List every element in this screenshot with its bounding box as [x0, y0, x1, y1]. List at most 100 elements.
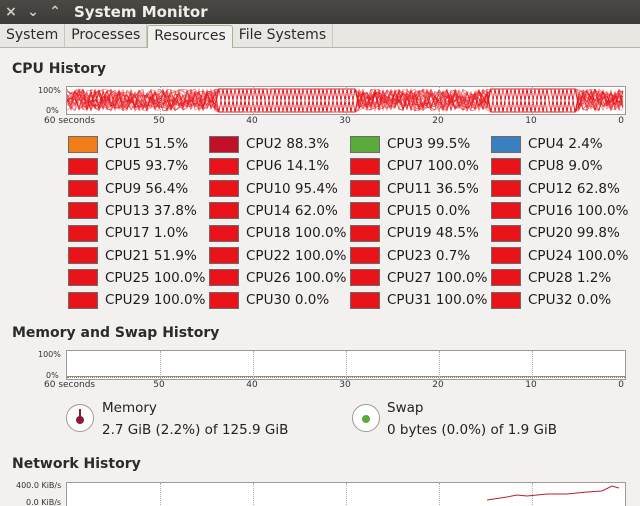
- cpu-color-swatch[interactable]: [350, 135, 380, 153]
- cpu-y-bottom-label: 0%: [46, 106, 59, 115]
- cpu-usage-label: CPU3 99.5%: [387, 136, 471, 152]
- cpu-color-swatch[interactable]: [68, 291, 98, 309]
- cpu-usage-label: CPU30 0.0%: [246, 292, 330, 309]
- cpu-color-swatch[interactable]: [209, 247, 239, 264]
- cpu-usage-label: CPU10 95.4%: [246, 180, 338, 197]
- cpu-x-label: 20: [432, 116, 444, 126]
- cpu-color-swatch[interactable]: [68, 180, 98, 198]
- cpu-usage-label: CPU9 56.4%: [105, 180, 189, 197]
- cpu-color-swatch[interactable]: [350, 180, 380, 198]
- cpu-legend-item: CPU25 100.0%: [68, 269, 205, 287]
- cpu-color-swatch[interactable]: [491, 157, 521, 175]
- cpu-usage-label: CPU20 99.8%: [528, 225, 620, 242]
- memory-x-label: 20: [432, 380, 444, 390]
- cpu-color-swatch[interactable]: [68, 202, 98, 220]
- cpu-color-swatch[interactable]: [491, 269, 521, 287]
- cpu-color-swatch[interactable]: [68, 269, 98, 287]
- cpu-color-swatch[interactable]: [491, 291, 521, 309]
- cpu-color-swatch[interactable]: [68, 247, 98, 264]
- network-gridline: [439, 483, 440, 506]
- cpu-legend-item: CPU1 51.5%: [68, 135, 188, 153]
- memory-gridline: [439, 351, 440, 379]
- tab-resources[interactable]: Resources: [147, 25, 233, 48]
- cpu-legend-item: CPU10 95.4%: [209, 180, 338, 198]
- memory-gridline: [160, 351, 161, 379]
- cpu-legend-item: CPU5 93.7%: [68, 157, 188, 175]
- cpu-legend-item: CPU28 1.2%: [491, 269, 611, 287]
- memory-x-label: 40: [246, 380, 258, 390]
- cpu-usage-label: CPU29 100.0%: [105, 292, 206, 309]
- window-menu-icon[interactable]: ⌄: [22, 1, 44, 23]
- cpu-color-swatch[interactable]: [491, 224, 521, 242]
- cpu-usage-label: CPU16 100.0%: [528, 202, 629, 219]
- cpu-color-swatch[interactable]: [209, 135, 239, 153]
- cpu-legend-item: CPU15 0.0%: [350, 202, 470, 220]
- cpu-gridline: [346, 87, 347, 114]
- cpu-history-graph: [66, 86, 626, 115]
- cpu-color-swatch[interactable]: [350, 247, 380, 264]
- cpu-legend-item: CPU14 62.0%: [209, 202, 338, 220]
- tab-file-systems[interactable]: File Systems: [233, 24, 334, 47]
- cpu-usage-label: CPU31 100.0%: [387, 292, 488, 309]
- cpu-usage-label: CPU2 88.3%: [246, 136, 330, 152]
- roll-up-icon[interactable]: ⌃: [44, 1, 66, 23]
- cpu-legend-item: CPU18 100.0%: [209, 224, 346, 242]
- cpu-usage-label: CPU12 62.8%: [528, 180, 620, 197]
- tab-processes[interactable]: Processes: [65, 24, 148, 47]
- cpu-legend-item: CPU7 100.0%: [350, 157, 479, 175]
- cpu-color-swatch[interactable]: [350, 269, 380, 287]
- cpu-legend-item: CPU13 37.8%: [68, 202, 197, 220]
- network-gridline: [532, 483, 533, 506]
- cpu-usage-label: CPU26 100.0%: [246, 269, 347, 286]
- memory-x-label: 0: [618, 380, 624, 390]
- title-bar: × ⌄ ⌃ System Monitor: [0, 0, 640, 24]
- cpu-color-swatch[interactable]: [491, 180, 521, 198]
- cpu-legend-item: CPU17 1.0%: [68, 224, 188, 242]
- memory-label: Memory: [102, 400, 157, 416]
- cpu-usage-label: CPU8 9.0%: [528, 158, 603, 175]
- cpu-color-swatch[interactable]: [209, 224, 239, 242]
- swap-value: 0 bytes (0.0%) of 1.9 GiB: [387, 422, 558, 438]
- cpu-color-swatch[interactable]: [209, 157, 239, 175]
- cpu-legend-item: CPU32 0.0%: [491, 291, 611, 309]
- cpu-legend-item: CPU22 100.0%: [209, 247, 346, 265]
- network-gridline: [160, 483, 161, 506]
- cpu-x-label: 30: [339, 116, 351, 126]
- cpu-color-swatch[interactable]: [68, 157, 98, 175]
- cpu-usage-label: CPU4 2.4%: [528, 136, 603, 152]
- mem-y-top-label: 100%: [38, 350, 61, 359]
- cpu-legend-item: CPU24 100.0%: [491, 247, 628, 265]
- memory-gridline: [253, 351, 254, 379]
- cpu-color-swatch[interactable]: [491, 247, 521, 264]
- cpu-color-swatch[interactable]: [350, 224, 380, 242]
- cpu-color-swatch[interactable]: [209, 269, 239, 287]
- cpu-color-swatch[interactable]: [209, 180, 239, 198]
- memory-gauge-icon: [66, 404, 94, 432]
- memory-x-label: 50: [153, 380, 165, 390]
- cpu-color-swatch[interactable]: [350, 291, 380, 309]
- cpu-usage-label: CPU28 1.2%: [528, 269, 612, 286]
- cpu-legend-item: CPU12 62.8%: [491, 180, 620, 198]
- cpu-color-swatch[interactable]: [68, 135, 98, 153]
- cpu-usage-label: CPU21 51.9%: [105, 247, 197, 264]
- memory-history-title: Memory and Swap History: [12, 325, 220, 341]
- cpu-color-swatch[interactable]: [491, 202, 521, 220]
- network-gridline: [253, 483, 254, 506]
- cpu-legend-item: CPU3 99.5%: [350, 135, 470, 153]
- cpu-color-swatch[interactable]: [491, 135, 521, 153]
- cpu-color-swatch[interactable]: [350, 157, 380, 175]
- cpu-x-label: 0: [618, 116, 624, 126]
- cpu-color-swatch[interactable]: [350, 202, 380, 220]
- cpu-color-swatch[interactable]: [209, 291, 239, 309]
- cpu-legend-item: CPU6 14.1%: [209, 157, 329, 175]
- tab-system[interactable]: System: [0, 24, 66, 47]
- cpu-color-swatch[interactable]: [68, 224, 98, 242]
- close-icon[interactable]: ×: [0, 1, 22, 23]
- memory-gridline: [346, 351, 347, 379]
- swap-label: Swap: [387, 400, 424, 416]
- cpu-color-swatch[interactable]: [209, 202, 239, 220]
- cpu-usage-label: CPU15 0.0%: [387, 202, 471, 219]
- cpu-legend-item: CPU26 100.0%: [209, 269, 346, 287]
- cpu-usage-label: CPU19 48.5%: [387, 225, 479, 242]
- cpu-legend-item: CPU11 36.5%: [350, 180, 479, 198]
